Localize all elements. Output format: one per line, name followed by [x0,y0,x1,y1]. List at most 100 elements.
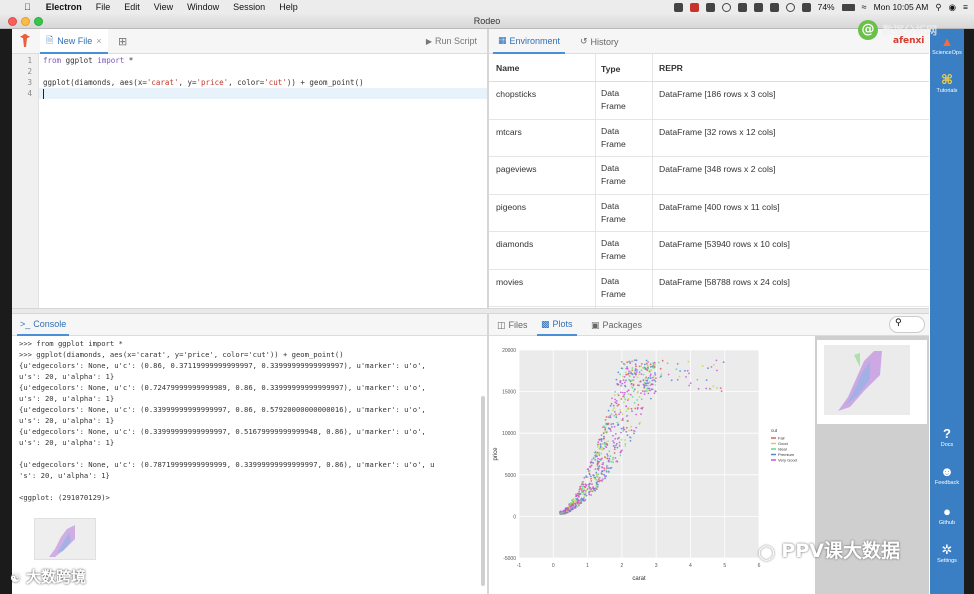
data-point [646,390,648,392]
data-point [630,429,633,432]
notification-center-icon[interactable]: ≡ [963,2,968,12]
sidebar-item-feedback[interactable]: ☻ Feedback [930,465,964,487]
status-icon[interactable] [785,2,795,12]
menu-file[interactable]: File [89,0,118,14]
table-row[interactable]: movies Data Frame DataFrame [58788 rows … [489,270,929,307]
sidebar-item-github[interactable]: ● Github [930,505,964,527]
close-window-button[interactable] [8,17,17,26]
status-icon[interactable] [721,2,731,12]
cell-name: pigeons [496,201,527,212]
sidebar-item-docs[interactable]: ? Docs [930,427,964,449]
data-point [632,379,634,381]
menu-view[interactable]: View [147,0,180,14]
play-icon: ▶ [425,36,432,46]
header-type[interactable]: Type [601,63,646,76]
data-point [594,489,597,492]
data-point [594,468,597,470]
console-line: <ggplot: (291070129)> [19,493,110,502]
wifi-icon[interactable]: ≈ [862,2,867,12]
cell-repr: DataFrame [400 rows x 11 cols] [659,201,780,212]
console-output[interactable]: >>> from ggplot import * >>> ggplot(diam… [12,336,487,594]
data-point [620,384,622,387]
spotlight-icon[interactable]: ⚲ [935,2,941,13]
console-plot-thumbnail[interactable] [34,518,96,560]
console-scrollbar[interactable] [481,396,485,586]
battery-icon[interactable] [841,3,855,11]
sidebar-item-tutorials[interactable]: ⌘ Tutorials [930,73,964,95]
data-point [635,374,637,377]
data-point [590,477,592,480]
data-point [627,373,629,376]
data-point [609,415,612,417]
tab-plots[interactable]: ▩ Plots [537,314,577,336]
data-point [640,373,643,375]
data-point [618,436,620,439]
data-point [627,393,630,395]
menu-edit[interactable]: Edit [117,0,147,14]
menu-help[interactable]: Help [272,0,305,14]
x-tick-label: 1 [586,563,589,569]
status-icon[interactable] [673,2,683,12]
header-name[interactable]: Name [496,63,519,73]
minimize-window-button[interactable] [21,17,30,26]
battery-percent[interactable]: 74% [818,2,835,12]
close-tab-icon[interactable]: × [96,36,101,46]
code-line[interactable]: from ggplot import * [43,56,133,65]
status-icon[interactable] [705,2,715,12]
y-tick-label: 10000 [502,431,516,437]
siri-icon[interactable]: ◉ [949,2,956,13]
data-point [624,439,626,441]
header-repr[interactable]: REPR [659,63,683,73]
tab-history[interactable]: ↺ History [575,29,624,54]
status-icon[interactable] [753,2,763,12]
menu-session[interactable]: Session [226,0,272,14]
data-point [643,367,646,370]
status-icon[interactable] [737,2,747,12]
status-icon[interactable] [801,2,811,12]
data-point [624,391,626,394]
data-point [591,487,593,490]
data-point [631,387,634,389]
plot-search-button[interactable]: ⚲ [889,316,925,333]
menu-window[interactable]: Window [180,0,226,14]
table-row[interactable]: chopsticks Data Frame DataFrame [186 row… [489,82,929,120]
data-point [579,485,582,488]
data-point [636,376,639,379]
tab-new-file[interactable]: 🗎 New File × [40,29,108,54]
code-token: )) + geom_point() [286,78,364,87]
table-row[interactable]: pageviews Data Frame DataFrame [348 rows… [489,157,929,195]
data-point [652,376,654,379]
tab-packages[interactable]: ▣ Packages [587,314,646,336]
line-number: 4 [27,89,32,98]
add-tab-icon[interactable]: ⊞ [118,35,127,48]
table-row[interactable]: mtcars Data Frame DataFrame [32 rows x 1… [489,120,929,157]
data-point [646,364,649,367]
zoom-window-button[interactable] [34,17,43,26]
data-point [640,398,643,401]
data-point [628,429,630,432]
tab-environment[interactable]: ▦ Environment [493,29,566,54]
sidebar-item-settings[interactable]: ✲ Settings [930,543,964,565]
data-point [630,369,633,372]
menu-app-name[interactable]: Electron [39,0,89,14]
plot-thumbnail[interactable] [817,340,927,424]
clock[interactable]: Mon 10:05 AM [874,2,929,12]
data-point [608,450,611,452]
status-icon[interactable] [689,2,699,12]
data-point [649,363,652,366]
line-number: 3 [27,78,32,87]
data-point [624,443,627,445]
apple-menu-icon[interactable]:  [0,0,39,14]
code-line[interactable]: ggplot(diamonds, aes(x='carat', y='price… [43,78,364,87]
data-point [638,423,641,425]
data-point [633,430,635,432]
run-script-button[interactable]: ▶ Run Script [426,36,477,46]
data-point [587,486,590,488]
table-row[interactable]: diamonds Data Frame DataFrame [53940 row… [489,232,929,270]
code-editor[interactable]: 1 2 3 4 from ggplot import * ggplot(diam… [12,54,487,308]
tab-files[interactable]: ◫ Files [493,314,532,336]
status-icon[interactable] [769,2,779,12]
tab-console[interactable]: >_ Console [17,314,70,336]
data-point [610,430,612,432]
table-row[interactable]: pigeons Data Frame DataFrame [400 rows x… [489,195,929,232]
